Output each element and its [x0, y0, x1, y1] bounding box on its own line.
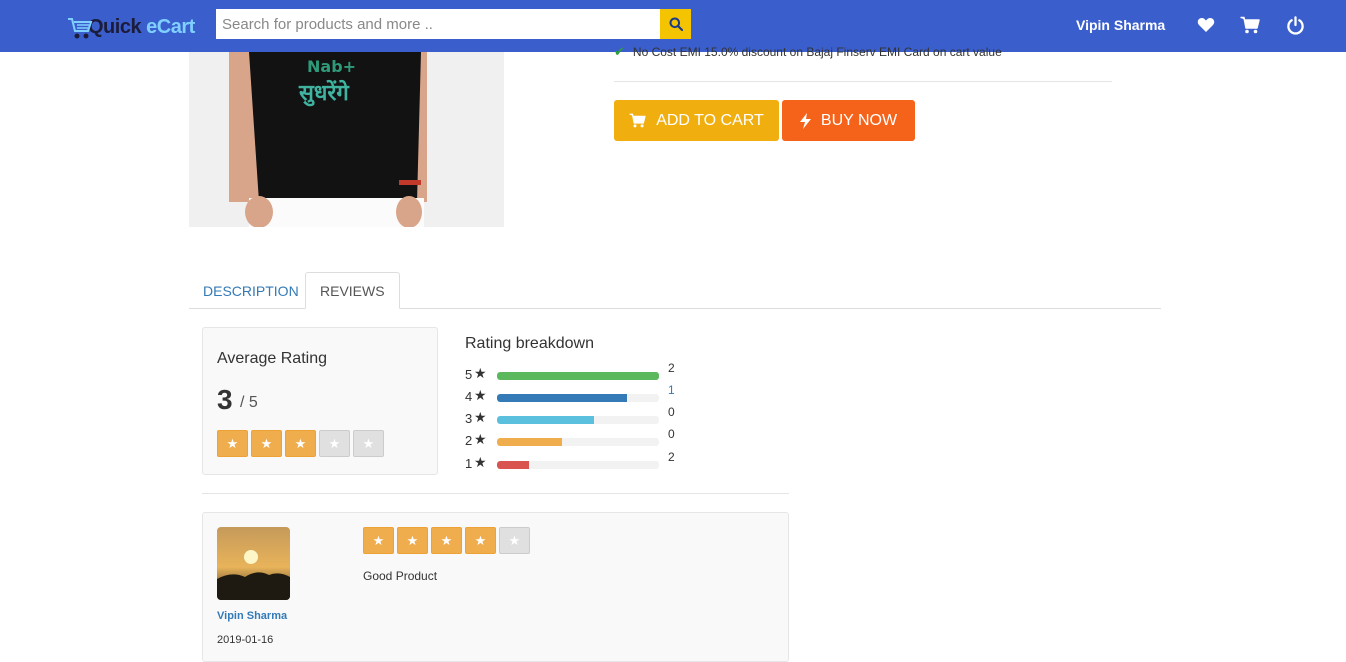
breakdown-bar-fill [497, 372, 659, 380]
tab-reviews[interactable]: REVIEWS [305, 272, 400, 309]
breakdown-label: 1 [465, 456, 473, 471]
breakdown-label: 4 [465, 389, 473, 404]
breakdown-count: 0 [668, 405, 675, 419]
breakdown-bar-fill [497, 416, 595, 424]
check-icon: ✔ [614, 44, 625, 59]
average-star-1: ★ [217, 430, 248, 457]
star-icon: ★ [474, 454, 487, 470]
breakdown-bar [497, 438, 659, 446]
search-icon [669, 17, 683, 31]
search-button[interactable] [660, 9, 691, 39]
breakdown-label: 5 [465, 367, 473, 382]
star-icon: ★ [474, 431, 487, 447]
review-star-3: ★ [431, 527, 462, 554]
breakdown-bar-fill [497, 394, 627, 402]
review-text: Good Product [363, 569, 438, 583]
logo-text: Quick eCart [88, 15, 195, 38]
wishlist-button[interactable] [1195, 14, 1217, 36]
breakdown-row-4: 4 ★ 1 [465, 383, 685, 405]
review-star-1: ★ [363, 527, 394, 554]
review-star-2: ★ [397, 527, 428, 554]
heart-icon [1197, 18, 1215, 32]
power-icon [1286, 15, 1304, 34]
review-date: 2019-01-16 [217, 634, 274, 646]
average-star-4: ★ [319, 430, 350, 457]
tab-description[interactable]: DESCRIPTION [189, 272, 313, 309]
average-rating-value: 3 [217, 384, 233, 415]
add-to-cart-label: ADD TO CART [656, 111, 764, 129]
reviewer-name[interactable]: Vipin Sharma [217, 610, 287, 622]
star-icon: ★ [474, 409, 487, 425]
breakdown-row-2: 2 ★ 0 [465, 427, 685, 449]
cart-button[interactable] [1239, 14, 1261, 36]
review-card: Vipin Sharma 2019-01-16 ★ ★ ★ ★ ★ Good Produ… [202, 512, 789, 662]
breakdown-row-1: 1 ★ 2 [465, 450, 685, 472]
breakdown-row-3: 3 ★ 0 [465, 405, 685, 427]
average-star-2: ★ [251, 430, 282, 457]
breakdown-count: 2 [668, 361, 675, 375]
rating-breakdown-title: Rating breakdown [465, 335, 594, 352]
breakdown-count: 2 [668, 450, 675, 464]
lightning-icon [799, 112, 811, 129]
breakdown-bar [497, 461, 659, 469]
review-star-5: ★ [499, 527, 530, 554]
average-star-5: ★ [353, 430, 384, 457]
breakdown-bar-fill [497, 438, 562, 446]
search-bar [216, 9, 691, 39]
breakdown-count: 1 [668, 383, 675, 397]
svg-text:सुधरेंगे: सुधरेंगे [298, 79, 350, 107]
review-star-4: ★ [465, 527, 496, 554]
logout-button[interactable] [1284, 14, 1306, 36]
star-icon: ★ [474, 387, 487, 403]
average-star-3: ★ [285, 430, 316, 457]
user-name-link[interactable]: Vipin Sharma [1076, 17, 1165, 33]
emi-offer: ✔ No Cost EMI 15.0% discount on Bajaj Fi… [614, 44, 1002, 60]
average-rating-scale: / 5 [240, 394, 258, 411]
search-input[interactable] [216, 9, 660, 39]
breakdown-bar [497, 394, 659, 402]
product-image[interactable]: Nab+ सुधरेंगे [189, 52, 504, 227]
average-rating-title: Average Rating [217, 350, 327, 367]
add-to-cart-button[interactable]: ADD TO CART [614, 100, 779, 141]
breakdown-bar [497, 372, 659, 380]
star-icon: ★ [474, 365, 487, 381]
divider [202, 493, 789, 494]
breakdown-label: 2 [465, 433, 473, 448]
breakdown-count: 0 [668, 427, 675, 441]
breakdown-bar-fill [497, 461, 530, 469]
breakdown-row-5: 5 ★ 2 [465, 361, 685, 383]
buy-now-button[interactable]: BUY NOW [782, 100, 915, 141]
review-stars: ★ ★ ★ ★ ★ [363, 527, 530, 554]
divider [614, 81, 1112, 82]
average-rating-stars: ★ ★ ★ ★ ★ [217, 430, 384, 457]
breakdown-label: 3 [465, 411, 473, 426]
avatar [217, 527, 290, 600]
buy-now-label: BUY NOW [820, 111, 898, 129]
cart-icon [629, 113, 646, 128]
offer-text: No Cost EMI 15.0% discount on Bajaj Fins… [632, 45, 1002, 59]
quick-ecart-logo[interactable]: Quick eCart [66, 10, 195, 44]
svg-text:Nab+: Nab+ [307, 57, 356, 76]
average-rating-panel: Average Rating 3 / 5 ★ ★ ★ ★ ★ [202, 327, 438, 475]
logo-cart-icon [66, 14, 93, 40]
breakdown-bar [497, 416, 659, 424]
cart-icon [1240, 16, 1260, 34]
